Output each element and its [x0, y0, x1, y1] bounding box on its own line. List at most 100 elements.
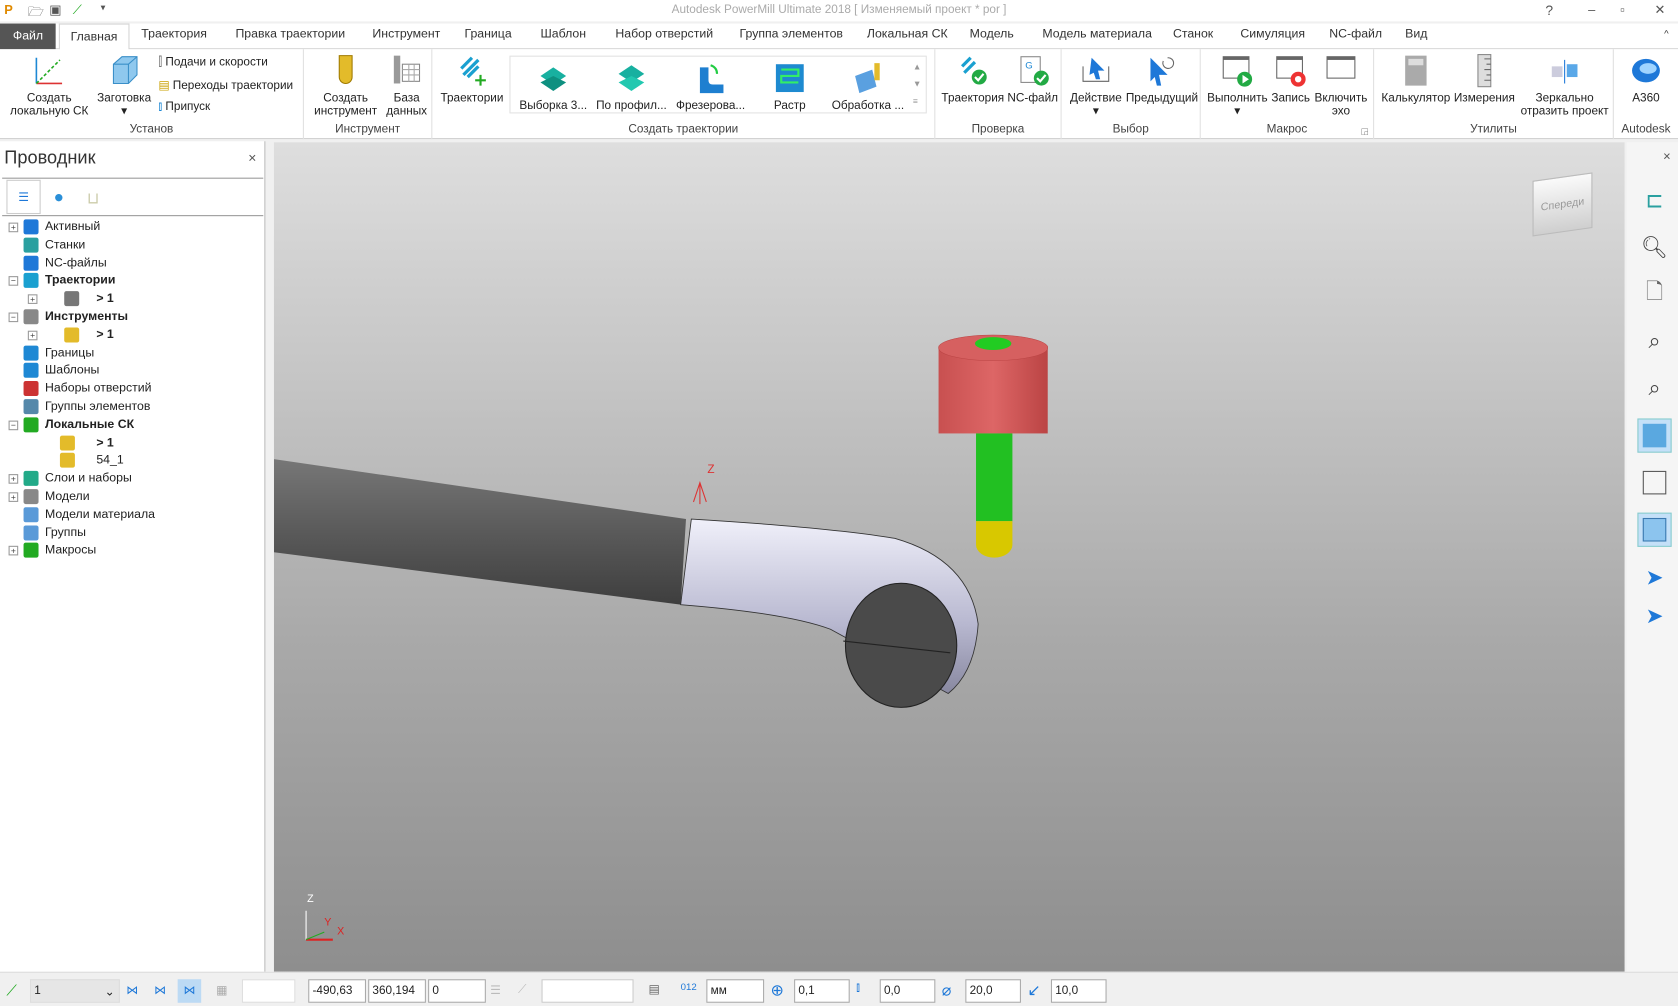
run-macro-button[interactable]: Выполнить ▾ — [1207, 54, 1268, 118]
shaded-view-button[interactable] — [1637, 418, 1672, 453]
create-tool-button[interactable]: Создать инструмент — [308, 54, 383, 118]
expand-icon[interactable]: + — [8, 492, 19, 502]
gallery-swarf[interactable]: Обработка ... — [829, 61, 906, 112]
explorer-tab-globe[interactable]: ● — [43, 182, 75, 214]
tree-item[interactable]: Станки — [0, 236, 263, 254]
list-icon[interactable]: ☰ — [490, 984, 501, 998]
create-workplane-button[interactable]: Создать локальную СК — [6, 54, 92, 118]
tree-item[interactable]: Модели материала — [0, 506, 263, 524]
snap-y-icon[interactable]: ⋈ — [154, 984, 166, 998]
diameter-field[interactable]: 20,0 — [965, 979, 1021, 1003]
tab-feature-group[interactable]: Группа элементов — [740, 28, 843, 41]
units-field[interactable]: мм — [706, 979, 765, 1003]
calculator-status-icon[interactable]: ▤ — [649, 982, 660, 997]
tree-item[interactable]: − Траектории — [0, 272, 263, 290]
tab-simulation[interactable]: Симуляция — [1240, 28, 1305, 41]
snap-x-icon[interactable]: ⋈ — [126, 984, 138, 998]
tool-database-button[interactable]: База данных — [385, 54, 428, 118]
tab-toolpath[interactable]: Траектория — [141, 28, 207, 41]
tree-item[interactable]: NC-файлы — [0, 254, 263, 272]
verify-ncfile-button[interactable]: G NC-файл — [1006, 54, 1060, 105]
explorer-close-button[interactable]: × — [248, 150, 256, 166]
refresh-view-button[interactable]: 🔍︎ — [1637, 230, 1671, 264]
tab-toolpath-edit[interactable]: Правка траектории — [235, 28, 345, 41]
tab-model[interactable]: Модель — [970, 28, 1014, 41]
tree-item[interactable]: − Локальные СК — [0, 416, 263, 434]
expand-icon[interactable]: + — [8, 474, 19, 484]
echo-button[interactable]: Включить эхо — [1314, 54, 1368, 118]
expand-icon[interactable]: + — [8, 546, 19, 556]
machine-view-button[interactable]: ⊏ — [1637, 183, 1671, 217]
tab-machine[interactable]: Станок — [1173, 28, 1213, 41]
empty-field[interactable] — [541, 979, 634, 1003]
tree-item[interactable]: Границы — [0, 344, 263, 362]
expand-icon[interactable]: + — [27, 330, 38, 341]
close-button[interactable]: ✕ — [1655, 2, 1670, 17]
tab-file[interactable]: Файл — [0, 23, 56, 50]
tab-tool[interactable]: Инструмент — [372, 28, 440, 41]
explorer-tab-recycle[interactable]: ⊔ — [77, 182, 109, 214]
redraw-button[interactable]: 🗋 — [1637, 277, 1671, 311]
view-toolbar-close[interactable]: × — [1663, 149, 1671, 164]
collapse-ribbon-icon[interactable]: ^ — [1664, 28, 1669, 39]
mirror-project-button[interactable]: Зеркально отразить проект — [1520, 54, 1610, 118]
toolpaths-button[interactable]: Траектории — [437, 54, 508, 105]
grid-field[interactable] — [241, 979, 296, 1003]
action-button[interactable]: Действие ▾ — [1068, 54, 1124, 118]
gallery-scroll[interactable]: ▲ ▼ ≡ — [913, 59, 921, 110]
restore-button[interactable]: ▫ — [1620, 2, 1635, 17]
3d-viewport[interactable]: Z Спереди Z Y X — [273, 142, 1625, 972]
tab-pattern[interactable]: Шаблон — [540, 28, 586, 41]
zoom-box-button[interactable]: ⌕ — [1637, 371, 1671, 405]
coord-z-field[interactable]: 0 — [428, 979, 486, 1003]
wireframe-view-button[interactable] — [1637, 466, 1671, 500]
stepover-field[interactable]: 10,0 — [1050, 979, 1107, 1003]
workplane-select[interactable]: 1 ⌄ — [29, 979, 120, 1003]
zoom-fit-button[interactable]: ⌕ — [1637, 324, 1671, 358]
coord-y-field[interactable]: 360,194 — [368, 979, 426, 1003]
grid-icon[interactable]: ▦ — [216, 984, 227, 998]
minimize-button[interactable]: – — [1588, 2, 1603, 17]
expand-icon[interactable]: + — [8, 222, 19, 233]
collapse-icon[interactable]: − — [8, 312, 19, 323]
expand-icon[interactable]: + — [27, 294, 38, 305]
tolerance-field[interactable]: 0,1 — [794, 979, 850, 1003]
transparent-view-button[interactable] — [1637, 512, 1672, 547]
tab-ncfile[interactable]: NC-файл — [1329, 28, 1382, 41]
tree-item[interactable]: Наборы отверстий — [0, 380, 263, 398]
measure-point-icon[interactable]: ⟋ — [518, 984, 526, 998]
gallery-profile[interactable]: По профил... — [594, 61, 669, 112]
thickness-field[interactable]: 0,0 — [879, 979, 936, 1003]
record-macro-button[interactable]: Запись — [1267, 54, 1314, 105]
tree-item[interactable]: + Активный — [0, 218, 263, 236]
gallery-corner-finishing[interactable]: Фрезерова... — [673, 61, 748, 112]
tab-workplane[interactable]: Локальная СК — [867, 28, 948, 41]
tab-view[interactable]: Вид — [1405, 28, 1427, 41]
toolpath-connections-button[interactable]: ▤ Переходы траектории — [158, 78, 293, 92]
collapse-icon[interactable]: − — [8, 276, 19, 287]
stock-button[interactable]: Заготовка ▾ — [94, 54, 154, 118]
tree-item[interactable]: 54_1 — [0, 452, 263, 470]
tab-boundary[interactable]: Граница — [464, 28, 511, 41]
tree-item[interactable]: + > 1 — [0, 290, 263, 308]
tab-home[interactable]: Главная — [58, 23, 130, 51]
tree-item[interactable]: + Модели — [0, 488, 263, 506]
collapse-icon[interactable]: − — [8, 420, 19, 430]
select-mode-button[interactable]: ➤ — [1637, 560, 1671, 594]
gallery-raster[interactable]: Растр — [752, 61, 827, 112]
previous-button[interactable]: Предыдущий — [1126, 54, 1198, 105]
select-previous-view-button[interactable]: ➤ — [1637, 598, 1671, 632]
verify-toolpath-button[interactable]: Траектория — [940, 54, 1006, 105]
explorer-tab-tree[interactable]: ☰ — [6, 179, 41, 215]
tree-item[interactable]: + Макросы — [0, 542, 263, 560]
macro-dialog-launcher[interactable]: ◲ — [1361, 126, 1369, 136]
tab-holes[interactable]: Набор отверстий — [615, 28, 713, 41]
feeds-speeds-button[interactable]: ⫿ Подачи и скорости — [158, 56, 267, 70]
measure-button[interactable]: Измерения — [1451, 54, 1517, 105]
tree-item[interactable]: Группы элементов — [0, 398, 263, 416]
calculator-button[interactable]: Калькулятор — [1381, 54, 1452, 105]
snap-z-toggle[interactable]: ⋈ — [177, 979, 202, 1003]
tab-stock-model[interactable]: Модель материала — [1042, 28, 1152, 41]
a360-button[interactable]: A360 — [1620, 54, 1671, 105]
tree-item[interactable]: + Слои и наборы — [0, 470, 263, 488]
